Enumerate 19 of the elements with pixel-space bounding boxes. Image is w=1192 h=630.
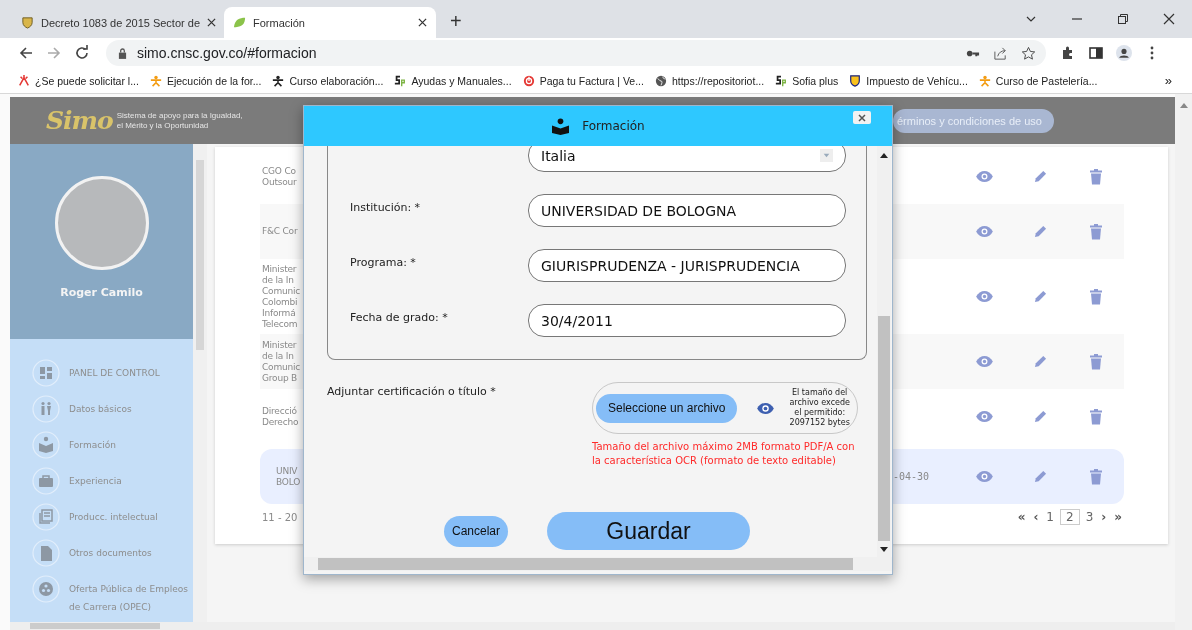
field-label: Adjuntar certificación o título * — [327, 384, 497, 400]
table-cell: Direcció Derecho — [262, 405, 299, 428]
field-label: Institución: * — [350, 200, 422, 214]
table-cell: CGO Co Outsour — [262, 165, 297, 188]
file-hint: Tamaño del archivo máximo 2MB formato PDF/A con la característica OCR (formato de texto editable) — [592, 440, 856, 468]
table-cell: Minister de la In Comunic Group B — [262, 339, 300, 384]
table-cell: F&C Cor — [262, 226, 298, 237]
table-cell: Minister de la In Comunic Colombi Informá Telecom — [262, 263, 300, 330]
error-message: El tamaño del archivo excede el permitido: 2097152 bytes — [788, 388, 851, 428]
user-name: Roger Camilo — [60, 286, 143, 299]
date-cell-text: -04-30 — [893, 471, 931, 482]
page-range: 11 - 20 — [262, 511, 298, 523]
tagline-text: Sistema de apoyo para la Igualdad, — [116, 110, 243, 121]
field-label: Fecha de grado: * — [350, 310, 449, 324]
modal-title: Formación — [582, 119, 645, 133]
site-logo: Simo — [46, 106, 113, 135]
table-cell: UNIV BOLO — [276, 465, 301, 488]
field-label: Programa: * — [350, 255, 417, 269]
tagline-text: el Mérito y la Oportunidad — [116, 120, 210, 131]
